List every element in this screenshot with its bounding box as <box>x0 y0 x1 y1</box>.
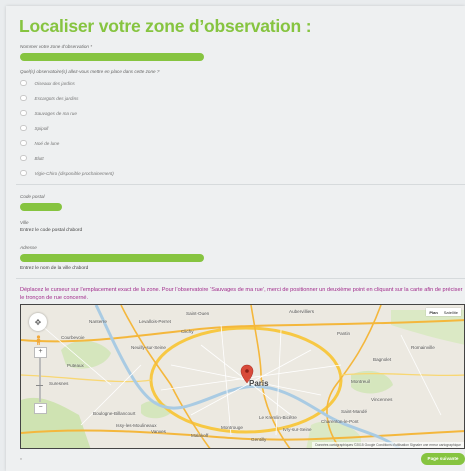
city-hint: Entrez le code postal d’abord <box>20 228 83 233</box>
observatory-option-5[interactable]: Blutt <box>20 154 44 162</box>
map-place-label: Malakoff <box>191 433 209 438</box>
map-place-label: Romainville <box>411 345 435 350</box>
radio-icon[interactable] <box>20 154 27 162</box>
radio-icon[interactable] <box>20 79 27 87</box>
zone-name-input[interactable] <box>20 53 204 61</box>
observatory-option-2[interactable]: Sauvages de ma rue <box>20 109 77 117</box>
observatory-question: Quel(s) observatoire(s) allez-vous mettr… <box>20 69 160 74</box>
map-place-label: Issy-les-Moulineaux <box>116 423 157 428</box>
radio-icon[interactable] <box>20 109 27 117</box>
form-page: Localiser votre zone d’observation : Nom… <box>6 6 465 471</box>
map-place-label: Nanterre <box>89 319 107 324</box>
map-place-label: Montreuil <box>351 379 370 384</box>
map-place-label: Vincennes <box>371 397 393 402</box>
section-divider <box>16 278 465 279</box>
radio-icon[interactable] <box>20 169 27 177</box>
map-place-label: Boulogne-Billancourt <box>93 411 136 416</box>
map-attribution: Données cartographiques ©2015 Google Con… <box>312 442 464 448</box>
observatory-option-label: Oiseaux des jardins <box>34 80 75 86</box>
map-place-label: Charenton-le-Pont <box>321 419 359 424</box>
pan-control-icon[interactable]: ✥ <box>29 313 47 331</box>
zoom-in-button[interactable]: + <box>34 347 47 358</box>
postal-code-input[interactable] <box>20 203 62 211</box>
observatory-option-4[interactable]: Noé de lune <box>20 139 59 147</box>
map-place-label: Neuilly-sur-Seine <box>131 345 166 350</box>
observatory-option-0[interactable]: Oiseaux des jardins <box>20 79 75 87</box>
map-city-label: Paris <box>249 379 269 388</box>
map-instructions: Déplacez le curseur sur l’emplacement ex… <box>20 287 463 301</box>
map-type-control[interactable]: Plan Satellite <box>426 308 461 316</box>
map-type-plan[interactable]: Plan <box>426 308 440 316</box>
observatory-option-label: Spipoll <box>34 125 49 131</box>
zone-name-label: Nommer votre zone d’observation * <box>20 44 93 49</box>
observatory-option-label: Vigie-Chiro (disponible prochainement) <box>34 170 114 176</box>
radio-icon[interactable] <box>20 139 27 147</box>
map-place-label: Ivry-sur-Seine <box>283 427 312 432</box>
map-place-label: Pantin <box>337 331 351 336</box>
zoom-out-button[interactable]: − <box>34 403 47 414</box>
city-label: Ville <box>20 220 29 225</box>
page-title: Localiser votre zone d’observation : <box>19 16 312 36</box>
address-hint: Entrez le nom de la ville d’abord <box>20 266 89 271</box>
observatory-option-label: Sauvages de ma rue <box>34 110 77 116</box>
map-place-label: Bagnolet <box>373 357 392 362</box>
postal-code-label: Code postal <box>20 194 45 199</box>
observatory-option-label: Escargots des jardins <box>34 95 79 101</box>
address-label: Adresse <box>20 245 37 250</box>
observatory-option-3[interactable]: Spipoll <box>20 124 48 132</box>
radio-icon[interactable] <box>20 94 27 102</box>
map-place-label: Gentilly <box>251 437 267 442</box>
zoom-slider-handle[interactable] <box>36 385 43 386</box>
street-view-pegman-icon[interactable] <box>35 335 42 345</box>
radio-icon[interactable] <box>20 124 27 132</box>
map-place-label: Saint-Ouen <box>186 311 210 316</box>
map-place-label: Suresnes <box>49 381 69 386</box>
next-page-button[interactable]: Page suivante <box>421 453 465 465</box>
map-place-label: Aubervilliers <box>289 309 315 314</box>
map-type-satellite[interactable]: Satellite <box>441 308 461 316</box>
map-place-label: Puteaux <box>67 363 84 368</box>
map-tiles[interactable] <box>21 305 465 449</box>
section-divider <box>16 184 465 185</box>
map-place-label: Saint-Mandé <box>341 409 368 414</box>
observatory-option-label: Blutt <box>34 155 44 161</box>
map-place-label: Levallois-Perret <box>139 319 171 324</box>
map-widget[interactable]: Paris Nanterre Levallois-Perret Saint-Ou… <box>20 304 465 449</box>
observatory-option-6[interactable]: Vigie-Chiro (disponible prochainement) <box>20 169 114 177</box>
map-place-label: Courbevoie <box>61 335 85 340</box>
observatory-option-1[interactable]: Escargots des jardins <box>20 94 78 102</box>
address-input[interactable] <box>20 254 204 262</box>
map-place-label: Montrouge <box>221 425 243 430</box>
map-place-label: Le Kremlin-Bicêtre <box>259 415 297 420</box>
required-note: * <box>20 458 22 464</box>
observatory-option-label: Noé de lune <box>34 140 60 146</box>
map-place-label: Vanves <box>151 429 166 434</box>
zoom-slider-track[interactable] <box>39 357 41 402</box>
map-marker-center <box>245 369 249 373</box>
map-place-label: Clichy <box>181 329 194 334</box>
